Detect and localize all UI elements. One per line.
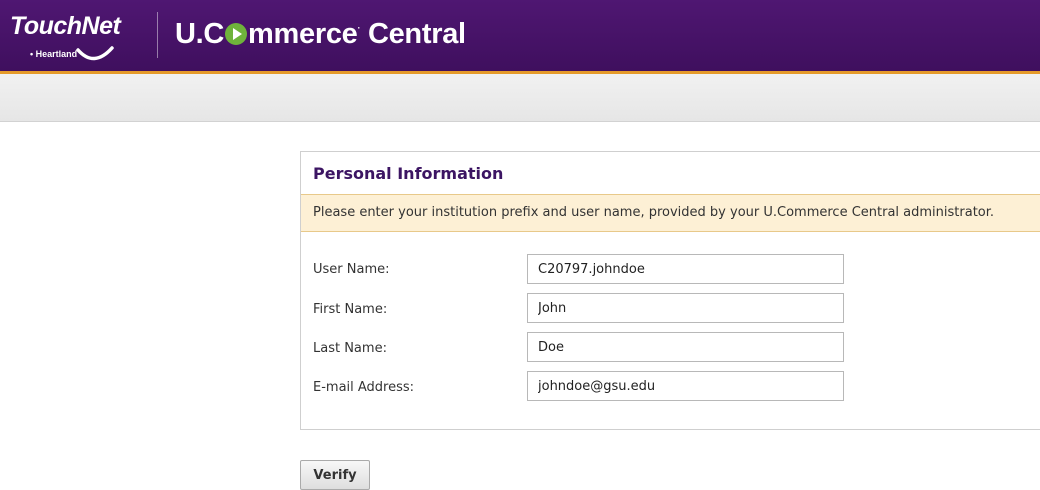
last-name-input[interactable] bbox=[527, 332, 844, 362]
first-name-label: First Name: bbox=[313, 302, 388, 317]
header-divider bbox=[157, 12, 158, 58]
logo-swoosh-icon bbox=[76, 46, 114, 61]
notice-text: Please enter your institution prefix and… bbox=[313, 205, 995, 220]
email-label: E-mail Address: bbox=[313, 380, 415, 395]
app-header: TouchNet • Heartland U.C mmerce· Central bbox=[0, 0, 1040, 74]
logo-text: TouchNet bbox=[10, 12, 121, 40]
user-name-label: User Name: bbox=[313, 262, 390, 277]
touchnet-logo[interactable]: TouchNet • Heartland bbox=[10, 12, 148, 68]
user-name-input[interactable] bbox=[527, 254, 844, 284]
brand-part-1: U.C bbox=[175, 18, 225, 50]
verify-button[interactable]: Verify bbox=[300, 460, 370, 490]
first-name-input[interactable] bbox=[527, 293, 844, 323]
personal-info-panel: Personal Information Please enter your i… bbox=[300, 151, 1040, 430]
brand-part-2: mmerce bbox=[248, 18, 358, 50]
play-icon bbox=[225, 23, 248, 45]
email-input[interactable] bbox=[527, 371, 844, 401]
panel-title: Personal Information bbox=[313, 164, 504, 183]
app-title: U.C mmerce· Central bbox=[175, 18, 466, 51]
last-name-label: Last Name: bbox=[313, 341, 387, 356]
notice-banner: Please enter your institution prefix and… bbox=[301, 194, 1040, 232]
logo-subtext: • Heartland bbox=[30, 49, 78, 59]
brand-part-3: Central bbox=[360, 18, 466, 50]
toolbar bbox=[0, 74, 1040, 122]
